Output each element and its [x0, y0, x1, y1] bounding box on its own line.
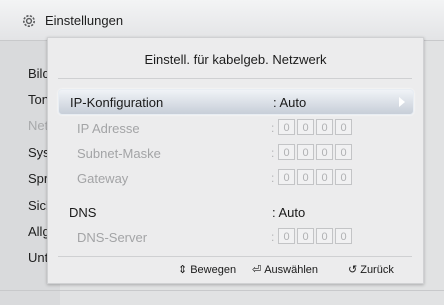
title-divider: [58, 78, 412, 79]
gateway-octet: 0: [335, 169, 352, 185]
footer-hints: ⇕ Bewegen ⏎ Auswählen ↺ Zurück: [48, 260, 412, 278]
ip-address-octet: 0: [278, 119, 295, 135]
dns-server-octet: 0: [335, 228, 352, 244]
subnet-octet: 0: [297, 144, 314, 160]
dns-row[interactable]: DNS : Auto: [58, 200, 412, 224]
back-label: Zurück: [360, 264, 394, 276]
ip-address-octet: 0: [316, 119, 333, 135]
gateway-octet: 0: [278, 169, 295, 185]
subnet-fields: 0000: [278, 144, 354, 160]
enter-icon: ⏎: [252, 264, 262, 276]
dns-label: DNS: [69, 205, 97, 220]
dns-server-octet: 0: [297, 228, 314, 244]
gateway-row: Gateway : 0000: [58, 166, 412, 190]
ip-address-colon: :: [271, 121, 275, 135]
subnet-octet: 0: [278, 144, 295, 160]
ip-address-label: IP Adresse: [77, 121, 140, 136]
ip-config-value: : Auto: [273, 95, 307, 110]
gateway-fields: 0000: [278, 169, 354, 185]
subnet-label: Subnet-Maske: [77, 146, 161, 161]
gateway-colon: :: [271, 171, 275, 185]
select-hint: ⏎ Auswählen: [252, 263, 318, 276]
ip-config-row[interactable]: IP-Konfiguration : Auto: [58, 89, 414, 115]
ip-config-label: IP-Konfiguration: [70, 95, 164, 110]
gateway-octet: 0: [316, 169, 333, 185]
subnet-octet: 0: [316, 144, 333, 160]
dialog-title: Einstell. für kabelgeb. Netzwerk: [144, 52, 327, 67]
updown-icon: ⇕: [178, 264, 188, 276]
dns-server-row: DNS-Server : 0000: [58, 225, 412, 249]
ip-address-octet: 0: [335, 119, 352, 135]
ip-address-octet: 0: [297, 119, 314, 135]
app-title: Einstellungen: [45, 13, 124, 28]
ip-address-fields: 0000: [278, 119, 354, 135]
subnet-octet: 0: [335, 144, 352, 160]
subnet-colon: :: [271, 146, 275, 160]
dns-server-octet: 0: [278, 228, 295, 244]
dns-server-colon: :: [271, 230, 275, 244]
wired-network-dialog: Einstell. für kabelgeb. Netzwerk IP-Konf…: [47, 37, 424, 284]
move-label: Bewegen: [190, 264, 237, 276]
move-hint: ⇕ Bewegen: [178, 263, 236, 276]
gateway-octet: 0: [297, 169, 314, 185]
footer-divider: [58, 256, 412, 257]
select-label: Auswählen: [264, 264, 319, 276]
subnet-row: Subnet-Maske : 0000: [58, 141, 412, 165]
dns-value: : Auto: [272, 205, 306, 220]
bottom-divider: [0, 290, 444, 291]
dns-server-label: DNS-Server: [77, 230, 148, 245]
arrow-right-icon: [399, 97, 405, 107]
back-hint: ↺ Zurück: [348, 263, 394, 276]
top-bar: Einstellungen: [0, 0, 444, 41]
return-icon: ↺: [348, 264, 358, 276]
gateway-label: Gateway: [77, 171, 129, 186]
ip-address-row: IP Adresse : 0000: [58, 116, 412, 140]
settings-screen: Einstellungen Bild Ton Netzwerk System S…: [0, 0, 444, 305]
gear-icon: [21, 13, 37, 29]
dns-server-fields: 0000: [278, 228, 354, 244]
dns-server-octet: 0: [316, 228, 333, 244]
